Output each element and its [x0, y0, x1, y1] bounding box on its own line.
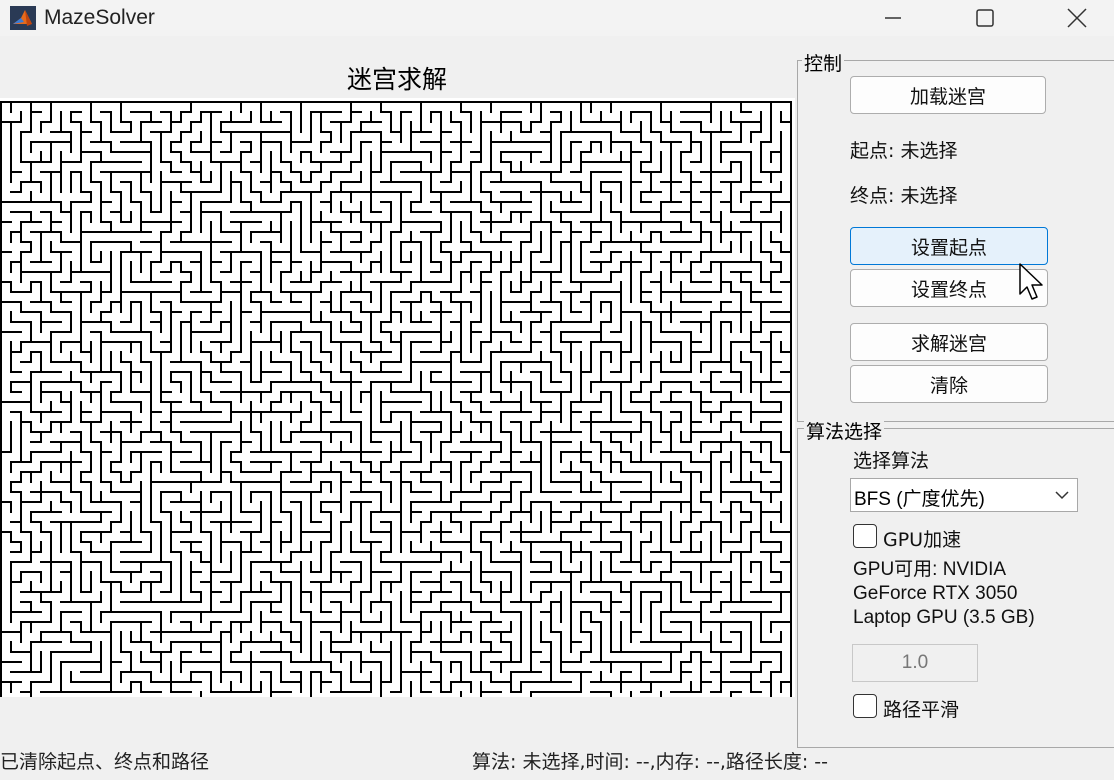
plot-title: 迷宫求解: [346, 65, 447, 94]
title-bar: MazeSolver: [0, 0, 1114, 36]
matlab-icon: [10, 6, 36, 30]
minimize-button[interactable]: [870, 0, 916, 36]
algorithm-panel-title: 算法选择: [804, 417, 885, 444]
minimize-icon: [885, 17, 901, 19]
control-panel-title: 控制: [802, 49, 845, 76]
smooth-factor-field[interactable]: 1.0: [852, 644, 978, 682]
gpu-checkbox[interactable]: [853, 524, 877, 548]
status-message: 已清除起点、终点和路径: [0, 751, 210, 773]
solve-maze-button[interactable]: 求解迷宫: [850, 323, 1048, 361]
gpu-info-line: GPU可用: NVIDIA: [853, 559, 1007, 580]
maze-grid[interactable]: [0, 98, 795, 697]
start-point-label: 起点: 未选择: [850, 140, 958, 162]
load-maze-button[interactable]: 加载迷宫: [850, 76, 1046, 114]
end-point-label: 终点: 未选择: [850, 185, 958, 207]
maze-walls: [0, 101, 792, 697]
maze-canvas[interactable]: [0, 98, 795, 697]
algorithm-dropdown-value: BFS (广度优先): [854, 489, 985, 510]
maximize-icon: [976, 9, 994, 27]
algorithm-select-label: 选择算法: [853, 450, 930, 472]
chevron-down-icon: [1055, 491, 1069, 500]
close-button[interactable]: [1054, 0, 1100, 36]
gpu-info-line: Laptop GPU (3.5 GB): [853, 607, 1035, 628]
gpu-info: GPU可用: NVIDIA GeForce RTX 3050 Laptop GP…: [853, 558, 1035, 630]
path-smooth-checkbox[interactable]: [853, 694, 877, 718]
status-metrics: 算法: 未选择,时间: --,内存: --,路径长度: --: [472, 751, 829, 773]
set-start-button[interactable]: 设置起点: [850, 227, 1048, 265]
algorithm-dropdown[interactable]: BFS (广度优先): [850, 478, 1078, 512]
window-title: MazeSolver: [44, 6, 155, 29]
clear-button[interactable]: 清除: [850, 365, 1048, 403]
gpu-info-line: GeForce RTX 3050: [853, 583, 1018, 604]
mouse-cursor-icon: [1019, 263, 1043, 300]
gpu-checkbox-label: GPU加速: [883, 529, 962, 551]
maximize-button[interactable]: [962, 0, 1008, 36]
close-icon: [1067, 8, 1087, 28]
path-smooth-label: 路径平滑: [883, 699, 960, 721]
